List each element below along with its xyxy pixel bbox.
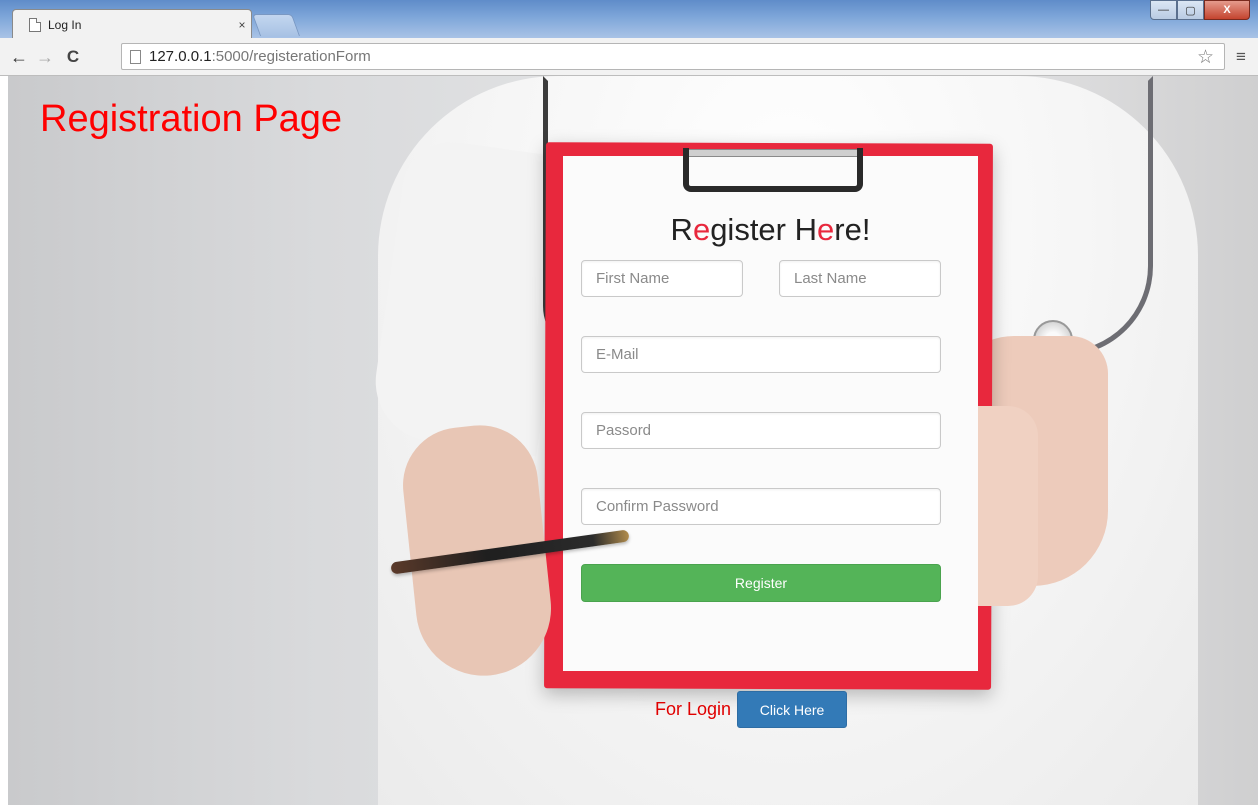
menu-icon[interactable]: ≡ bbox=[1236, 47, 1246, 67]
form-title-accent: e bbox=[692, 212, 711, 247]
login-row: For Login Click Here bbox=[655, 691, 848, 728]
url-host: 127.0.0.1 bbox=[149, 48, 212, 65]
address-bar[interactable]: 127.0.0.1 :5000/registerationForm ☆ bbox=[121, 43, 1225, 70]
last-name-input[interactable] bbox=[779, 260, 941, 297]
new-tab-button[interactable] bbox=[251, 14, 301, 36]
login-label: For Login bbox=[655, 699, 732, 719]
page-icon bbox=[130, 49, 141, 64]
page-title: Registration Page bbox=[40, 98, 343, 140]
close-window-button[interactable]: X bbox=[1204, 0, 1250, 20]
minimize-button[interactable]: — bbox=[1150, 0, 1177, 20]
confirm-password-input[interactable] bbox=[581, 488, 941, 525]
back-arrow-icon[interactable]: ← bbox=[8, 47, 30, 67]
page-viewport: Registration Page Register Here! Registe… bbox=[8, 76, 1258, 805]
form-title-part: re! bbox=[834, 212, 871, 247]
browser-tab[interactable]: Log In × bbox=[12, 9, 252, 39]
register-button[interactable]: Register bbox=[581, 564, 941, 602]
form-title: Register Here! bbox=[563, 212, 978, 248]
close-tab-icon[interactable]: × bbox=[235, 18, 249, 32]
password-input[interactable] bbox=[581, 412, 941, 449]
form-title-accent: e bbox=[817, 212, 835, 247]
window-titlebar: Log In × — ▢ X bbox=[0, 0, 1258, 39]
window-controls: — ▢ X bbox=[1150, 0, 1250, 20]
clipboard-clip bbox=[683, 148, 863, 192]
tab-title: Log In bbox=[48, 18, 82, 32]
url-path: :5000/registerationForm bbox=[211, 48, 371, 65]
first-name-input[interactable] bbox=[581, 260, 743, 297]
maximize-button[interactable]: ▢ bbox=[1177, 0, 1204, 20]
reload-icon[interactable]: C bbox=[62, 47, 84, 67]
bookmark-star-icon[interactable]: ☆ bbox=[1197, 46, 1214, 69]
form-title-part: R bbox=[670, 212, 693, 247]
stethoscope-right bbox=[983, 76, 1153, 356]
form-title-part: gister H bbox=[710, 212, 817, 247]
browser-toolbar: ← → C 127.0.0.1 :5000/registerationForm … bbox=[0, 38, 1258, 76]
email-input[interactable] bbox=[581, 336, 941, 373]
forward-arrow-icon[interactable]: → bbox=[34, 47, 56, 67]
click-here-button[interactable]: Click Here bbox=[737, 691, 848, 728]
page-icon bbox=[29, 18, 41, 32]
